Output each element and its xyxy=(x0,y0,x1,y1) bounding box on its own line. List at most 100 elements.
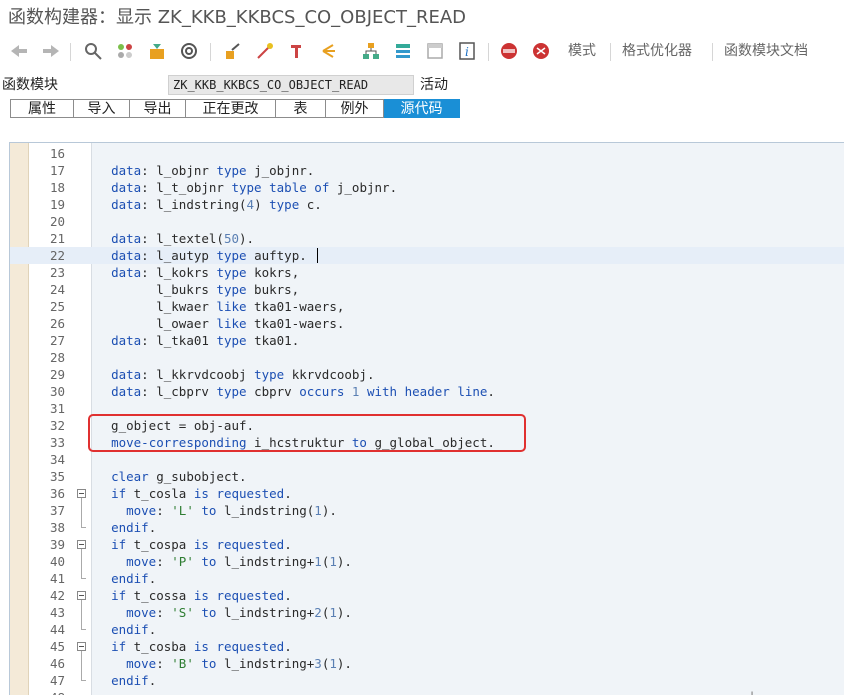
code-text: endif. xyxy=(111,673,157,688)
code-line[interactable]: 22 data: l_autyp type auftyp. xyxy=(10,247,844,264)
navigate-icon[interactable] xyxy=(318,40,340,62)
fm-documentation-button[interactable]: 函数模块文档 xyxy=(724,41,808,61)
test-icon[interactable] xyxy=(286,40,308,62)
code-line[interactable]: 24 l_bukrs type bukrs, xyxy=(10,281,844,298)
pretty-print-icon[interactable] xyxy=(392,40,414,62)
code-line[interactable]: 16 xyxy=(10,145,844,162)
function-module-status: 活动 xyxy=(420,77,448,93)
code-line[interactable]: 36 if t_cosla is requested. xyxy=(10,485,844,502)
code-line[interactable]: 48 xyxy=(10,689,844,695)
code-text: move: 'P' to l_indstring+1(1). xyxy=(126,554,352,569)
fold-guide-end xyxy=(81,527,86,528)
source-code-editor[interactable]: 16 17 data: l_objnr type j_objnr. 18 data:… xyxy=(9,142,844,695)
function-module-name-field[interactable]: ZK_KKB_KKBCS_CO_OBJECT_READ xyxy=(168,75,414,95)
code-line[interactable]: 40 move: 'P' to l_indstring+1(1). xyxy=(10,553,844,570)
line-number: 26 xyxy=(49,316,65,331)
code-line[interactable]: 47 endif. xyxy=(10,672,844,689)
code-line[interactable]: 41 endif. xyxy=(10,570,844,587)
back-arrow-icon[interactable] xyxy=(8,40,30,62)
tab-changing[interactable]: 正在更改 xyxy=(186,99,276,118)
fold-toggle-icon[interactable] xyxy=(77,540,86,549)
toolbar-separator xyxy=(712,43,713,61)
code-line[interactable]: 27 data: l_tka01 type tka01. xyxy=(10,332,844,349)
line-number: 34 xyxy=(49,452,65,467)
mode-button[interactable]: 模式 xyxy=(568,41,596,61)
code-line[interactable]: 23 data: l_kokrs type kokrs, xyxy=(10,264,844,281)
line-number: 36 xyxy=(49,486,65,501)
code-line[interactable]: 34 xyxy=(10,451,844,468)
line-number: 32 xyxy=(49,418,65,433)
text-caret xyxy=(316,248,318,263)
fold-toggle-icon[interactable] xyxy=(77,591,86,600)
line-number: 41 xyxy=(49,571,65,586)
code-text: clear g_subobject. xyxy=(111,469,247,484)
code-line[interactable]: 42 if t_cossa is requested. xyxy=(10,587,844,604)
line-number: 38 xyxy=(49,520,65,535)
wand-icon[interactable] xyxy=(254,40,276,62)
hierarchy-icon[interactable] xyxy=(360,40,382,62)
code-text: move: 'B' to l_indstring+3(1). xyxy=(126,656,352,671)
code-line[interactable]: 35 clear g_subobject. xyxy=(10,468,844,485)
window-title: 函数构建器：显示 ZK_KKB_KKBCS_CO_OBJECT_READ xyxy=(8,7,466,28)
line-number: 16 xyxy=(49,146,65,161)
code-line[interactable]: 29 data: l_kkrvdcoobj type kkrvdcoobj. xyxy=(10,366,844,383)
frame-icon[interactable] xyxy=(424,40,446,62)
code-text: data: l_t_objnr type table of j_objnr. xyxy=(111,180,398,195)
code-line[interactable]: 44 endif. xyxy=(10,621,844,638)
code-line[interactable]: 17 data: l_objnr type j_objnr. xyxy=(10,162,844,179)
code-text: if t_cosla is requested. xyxy=(111,486,292,501)
tab-attributes[interactable]: 属性 xyxy=(10,99,74,118)
code-line[interactable]: 46 move: 'B' to l_indstring+3(1). xyxy=(10,655,844,672)
tab-export[interactable]: 导出 xyxy=(130,99,186,118)
line-number: 18 xyxy=(49,180,65,195)
other-object-icon[interactable] xyxy=(114,40,136,62)
code-line[interactable]: 25 l_kwaer like tka01-waers, xyxy=(10,298,844,315)
code-line[interactable]: 39 if t_cospa is requested. xyxy=(10,536,844,553)
code-line[interactable]: 30 data: l_cbprv type cbprv occurs 1 wit… xyxy=(10,383,844,400)
code-line[interactable]: 28 xyxy=(10,349,844,366)
line-number: 24 xyxy=(49,282,65,297)
code-line[interactable]: 38 endif. xyxy=(10,519,844,536)
code-line[interactable]: 43 move: 'S' to l_indstring+2(1). xyxy=(10,604,844,621)
toolbar-separator xyxy=(488,43,489,61)
code-text: data: l_kokrs type kokrs, xyxy=(111,265,300,280)
code-line[interactable]: 37 move: 'L' to l_indstring(1). xyxy=(10,502,844,519)
check-icon[interactable] xyxy=(222,40,244,62)
fold-toggle-icon[interactable] xyxy=(77,489,86,498)
code-line[interactable]: 26 l_owaer like tka01-waers. xyxy=(10,315,844,332)
code-text: move: 'S' to l_indstring+2(1). xyxy=(126,605,352,620)
line-number: 21 xyxy=(49,231,65,246)
code-line[interactable]: 18 data: l_t_objnr type table of j_objnr… xyxy=(10,179,844,196)
fold-guide-end xyxy=(81,680,86,681)
tab-tables[interactable]: 表 xyxy=(276,99,326,118)
code-text: data: l_cbprv type cbprv occurs 1 with h… xyxy=(111,384,495,399)
code-line[interactable]: 45 if t_cosba is requested. xyxy=(10,638,844,655)
code-text: endif. xyxy=(111,571,157,586)
session-breakpoint-icon[interactable] xyxy=(530,40,552,62)
line-number: 31 xyxy=(49,401,65,416)
line-number: 27 xyxy=(49,333,65,348)
fold-guide xyxy=(81,498,82,527)
fold-guide xyxy=(81,549,82,578)
info-icon[interactable]: i xyxy=(456,40,478,62)
fold-guide-end xyxy=(81,578,86,579)
code-text: l_bukrs type bukrs, xyxy=(96,282,300,297)
line-number: 40 xyxy=(49,554,65,569)
code-text: if t_cospa is requested. xyxy=(111,537,292,552)
code-text: data: l_autyp type auftyp. xyxy=(111,248,307,263)
line-number: 22 xyxy=(49,248,65,263)
activate-icon[interactable] xyxy=(146,40,168,62)
breakpoint-icon[interactable] xyxy=(498,40,520,62)
tab-source-code[interactable]: 源代码 xyxy=(384,99,460,118)
where-used-icon[interactable] xyxy=(178,40,200,62)
tab-import[interactable]: 导入 xyxy=(74,99,130,118)
fold-toggle-icon[interactable] xyxy=(77,642,86,651)
tab-exceptions[interactable]: 例外 xyxy=(326,99,384,118)
code-line[interactable]: 20 xyxy=(10,213,844,230)
code-line[interactable]: 21 data: l_textel(50). xyxy=(10,230,844,247)
display-change-icon[interactable] xyxy=(82,40,104,62)
line-number: 20 xyxy=(49,214,65,229)
pretty-printer-button[interactable]: 格式优化器 xyxy=(622,41,692,61)
forward-arrow-icon[interactable] xyxy=(40,40,62,62)
code-line[interactable]: 19 data: l_indstring(4) type c. xyxy=(10,196,844,213)
